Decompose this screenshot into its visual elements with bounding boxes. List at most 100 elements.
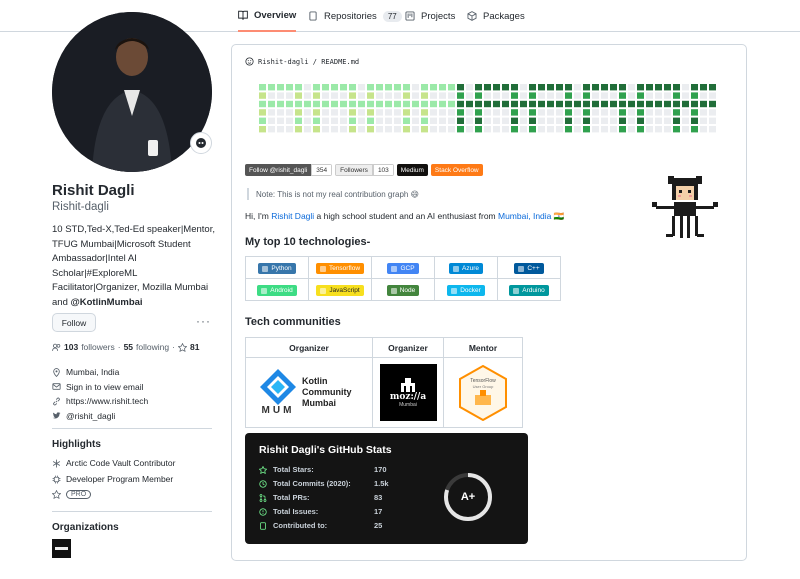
tech-badge-gcp[interactable]: GCP [387,263,419,274]
email-link[interactable]: Sign in to view email [66,382,143,392]
contribution-cell [349,117,356,124]
contribution-cell [655,109,662,116]
contribution-cell [349,100,356,108]
pro-badge: PRO [66,490,92,499]
tech-label: Azure [462,265,479,272]
following-label[interactable]: following [136,342,169,352]
tech-badge-node[interactable]: Node [386,285,420,296]
contribution-cell [385,126,392,133]
contribution-cell [286,92,293,99]
contribution-cell [268,92,275,99]
tensorflow-logo-cell[interactable]: TensorFlow User Group [443,357,523,428]
twitter-link[interactable]: @rishit_dagli [66,411,115,421]
medium-badge-label: Medium [396,164,428,176]
star-icon [177,342,187,352]
readme-path: Rishit-dagli / README.md [245,57,359,66]
community-role: Organizer [372,337,444,358]
smiley-icon [245,57,254,66]
book-icon [238,10,248,20]
website-link[interactable]: https://www.rishit.tech [66,396,148,406]
contribution-cell [394,117,401,124]
contribution-cell [295,117,302,124]
contribution-cell [673,84,680,91]
contribution-cell [448,109,455,116]
contribution-cell [691,109,698,116]
contribution-cell [484,92,491,99]
contribution-cell [331,109,338,116]
tech-badge-android[interactable]: Android [257,285,297,296]
stackoverflow-badge-label: Stack Overflow [430,164,483,176]
contribution-cell [700,100,707,108]
tech-cell: Node [371,278,435,301]
contribution-cell [331,100,338,108]
contribution-cell [394,84,401,91]
mozilla-logo-cell[interactable]: moz://a Mumbai [372,357,444,428]
community-role: Mentor [443,337,523,358]
status-emoji[interactable] [190,132,212,154]
tech-badge-azure[interactable]: Azure [449,263,483,274]
contribution-cell [259,126,266,133]
tech-row: Android JavaScript Node Docker Arduino [245,278,561,301]
contribution-cell [682,100,689,108]
readme-path-text[interactable]: Rishit-dagli / README.md [258,58,359,66]
tech-badge-docker[interactable]: Docker [447,285,485,296]
issue-icon [259,507,267,516]
twitter-follow-badge[interactable]: Follow @rishit_dagli 354 [245,164,333,176]
contribution-cell [286,109,293,116]
contribution-cell [286,100,293,108]
contribution-cell [259,109,266,116]
contribution-cell [601,126,608,133]
tech-badge-python[interactable]: Python [258,263,296,274]
tab-repositories[interactable]: Repositories 77 [308,0,402,32]
contribution-cell [691,117,698,124]
grade-label: A+ [460,491,476,503]
contribution-cell [367,109,374,116]
tab-projects[interactable]: Projects [405,0,455,32]
followers-count[interactable]: 103 [64,342,78,352]
intro-name-link[interactable]: Rishit Dagli [271,211,314,221]
javascript-icon [320,287,327,294]
stackoverflow-badge[interactable]: Stack Overflow [430,164,483,176]
contribution-cell [448,100,455,108]
tech-cell: GCP [371,256,435,279]
contribution-cell [430,126,437,133]
contribution-cell [664,117,671,124]
contribution-cell [385,100,392,108]
stats-separator: · [117,342,121,352]
contribution-cell [628,84,635,91]
following-count[interactable]: 55 [124,342,133,352]
contribution-cell [322,117,329,124]
tab-packages[interactable]: Packages [467,0,525,32]
followers-label[interactable]: followers [81,342,115,352]
avatar[interactable] [52,12,212,172]
mozilla-building-icon [401,377,415,392]
docker-icon [451,287,458,294]
follow-button[interactable]: Follow [52,313,96,332]
readme-note: Note: This is not my real contribution g… [247,188,419,200]
contribution-cell [529,92,536,99]
medium-badge[interactable]: Medium [396,164,428,176]
contribution-cell [691,92,698,99]
tech-badge-javascript[interactable]: JavaScript [316,285,364,296]
more-options-button[interactable]: ··· [196,314,211,328]
profile-login: Rishit-dagli [52,201,109,213]
contribution-cell [268,126,275,133]
github-stats-card: Rishit Dagli's GitHub Stats Total Stars:… [245,433,528,544]
stars-count[interactable]: 81 [190,342,199,352]
contribution-cell [304,84,311,91]
contribution-cell [538,126,545,133]
tech-badge-arduino[interactable]: Arduino [509,285,549,296]
highlight-pro: PRO [52,490,92,499]
bio-handle-link[interactable]: @KotlinMumbai [71,297,143,308]
intro-place-link[interactable]: Mumbai, India [498,211,551,221]
stats-separator: · [172,342,175,352]
tab-overview[interactable]: Overview [238,0,297,32]
kotlin-logo-cell[interactable]: MUM Kotlin Community Mumbai [245,357,373,428]
org-avatar-mozilla[interactable] [52,539,71,558]
link-icon [53,397,60,406]
contribution-cell [556,100,563,108]
tech-badge-tensorflow[interactable]: Tensorflow [315,263,365,274]
tech-badge-cpp[interactable]: C++ [514,263,544,274]
github-followers-badge[interactable]: Followers 103 [335,164,394,176]
contribution-cell [529,109,536,116]
